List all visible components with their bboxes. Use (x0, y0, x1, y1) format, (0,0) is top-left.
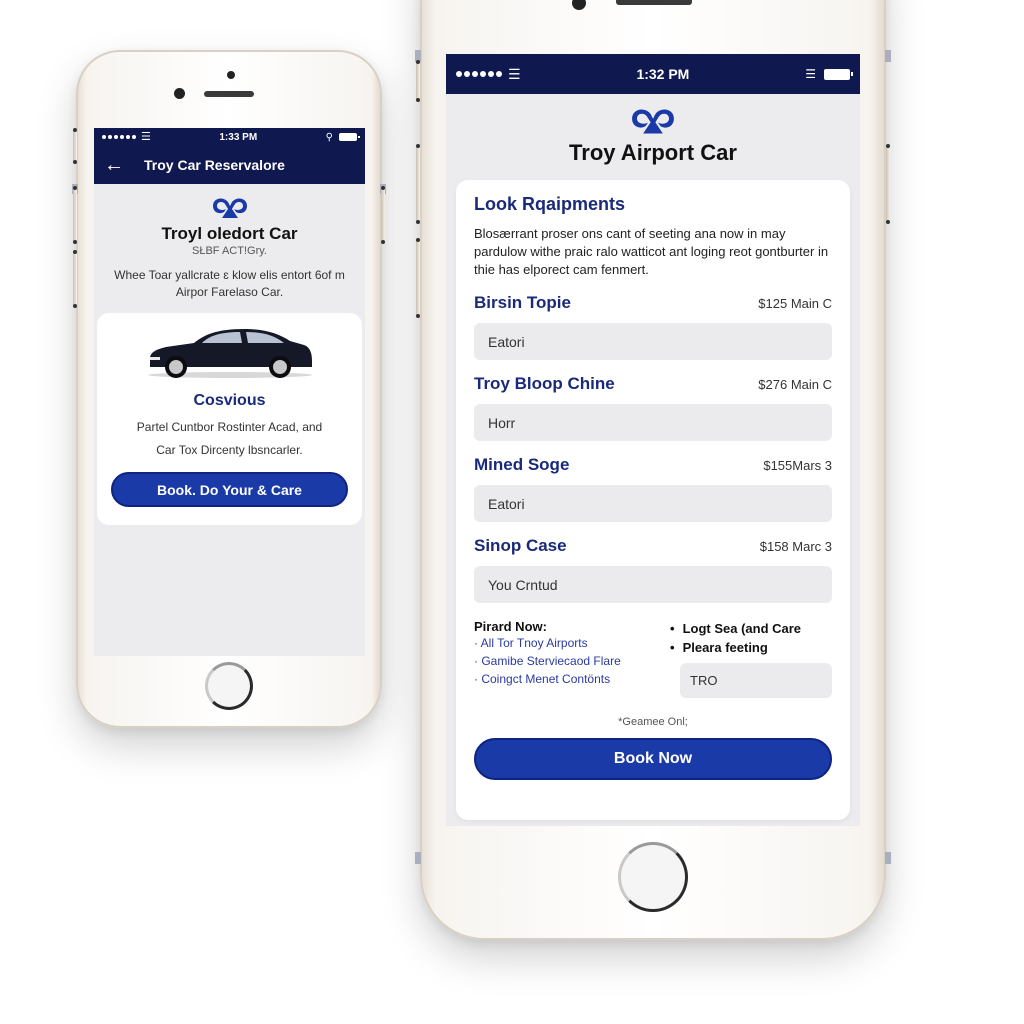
antenna-band (885, 852, 891, 864)
phone-left: ☰ 1:33 PM ⚲ ← Troy Car Reservalore Troyl… (72, 50, 386, 728)
phone-right: ☰ 1:32 PM ☰ Troy Airport Car Look Rqaipm… (415, 0, 891, 940)
volume-down-button (416, 238, 420, 318)
brand-header: Troyl oledort Car SŁBF ACT!Gry. Whee Toa… (94, 194, 365, 301)
volume-down-button (73, 250, 77, 308)
footnote: *Geamee Onl; (618, 716, 688, 728)
car-name: Cosvious (193, 392, 266, 409)
signal-icon: ☰ (456, 67, 521, 81)
status-bar: ☰ 1:32 PM ☰ (446, 54, 860, 94)
mute-switch (73, 128, 77, 164)
brand-logo-icon (632, 109, 674, 134)
extras-link[interactable]: · All Tor Tnoy Airports (474, 634, 660, 652)
option-price: $125 Main C (758, 296, 832, 311)
earpiece-speaker (616, 0, 692, 5)
car-description: Partel Cuntbor Rostinter Acad, and Car T… (111, 416, 348, 462)
option-name[interactable]: Sinop Case (474, 536, 567, 556)
brand-logo-icon (212, 198, 247, 218)
extras-label: Pirard Now: (474, 619, 547, 634)
car-image (147, 329, 312, 378)
option-input[interactable] (474, 404, 832, 441)
option-price: $276 Main C (758, 377, 832, 392)
wifi-icon: ☰ (141, 130, 151, 143)
brand-header: Troy Airport Car (446, 94, 860, 166)
car-card: Cosvious Partel Cuntbor Rostinter Acad, … (97, 313, 362, 525)
nav-title: Troy Car Reservalore (144, 157, 285, 173)
booking-card: Look Rqaipments Blosærrant proser ons ca… (456, 180, 850, 820)
nav-bar: ← Troy Car Reservalore (94, 146, 365, 184)
extras-section: Pirard Now: · All Tor Tnoy Airports · Ga… (474, 619, 832, 698)
book-car-button[interactable]: Book. Do Your & Care (111, 472, 348, 507)
front-camera (572, 0, 586, 10)
car-option: Sinop Case $158 Marc 3 (474, 536, 832, 603)
brand-description: Whee Toar yallcrate ɛ klow elis entort 6… (114, 268, 345, 299)
option-name[interactable]: Troy Bloop Chine (474, 374, 615, 394)
status-bar: ☰ 1:33 PM ⚲ (94, 128, 365, 146)
car-description-line: Car Tox Dircenty lbsncarler. (156, 443, 303, 457)
antenna-band (885, 50, 891, 62)
power-button (381, 186, 385, 244)
home-button[interactable] (205, 662, 253, 710)
proximity-sensor (227, 71, 235, 79)
brand-subtitle: SŁBF ACT!Gry. (192, 245, 267, 257)
front-camera (174, 88, 185, 99)
extras-link[interactable]: · Gamibe Sterviecaod Flare (474, 652, 660, 670)
status-time: 1:32 PM (636, 66, 690, 82)
card-intro: Blosærrant proser ons cant of seeting an… (474, 226, 829, 277)
feature-bullet: Logt Sea (and Care (670, 619, 832, 638)
option-name[interactable]: Birsin Topie (474, 293, 571, 313)
promo-code-input[interactable] (680, 663, 832, 698)
battery-icon (824, 68, 853, 80)
volume-up-button (73, 186, 77, 244)
signal-icon: ☰ (102, 130, 151, 143)
antenna-band (415, 852, 421, 864)
extras-link[interactable]: · Coingct Menet Contönts (474, 670, 660, 688)
mute-switch (416, 60, 420, 102)
wifi-icon: ☰ (508, 66, 521, 82)
power-button (886, 144, 890, 224)
battery-icon (339, 133, 360, 141)
car-description-line: Partel Cuntbor Rostinter Acad, and (136, 420, 323, 434)
location-icon: ⚲ (325, 131, 333, 143)
right-screen: ☰ 1:32 PM ☰ Troy Airport Car Look Rqaipm… (446, 54, 860, 826)
option-input[interactable] (474, 485, 832, 522)
home-button[interactable] (618, 842, 688, 912)
feature-bullet: Pleara feeting (670, 638, 832, 657)
option-price: $155Mars 3 (763, 458, 832, 473)
option-input[interactable] (474, 323, 832, 360)
back-arrow-icon[interactable]: ← (104, 155, 144, 175)
status-time: 1:33 PM (219, 131, 258, 143)
brand-title: Troyl oledort Car (161, 224, 298, 243)
option-price: $158 Marc 3 (759, 539, 832, 554)
option-input[interactable] (474, 566, 832, 603)
volume-up-button (416, 144, 420, 224)
car-option: Mined Soge $155Mars 3 (474, 455, 832, 522)
brand-title: Troy Airport Car (569, 140, 737, 165)
book-now-button[interactable]: Book Now (474, 738, 832, 780)
car-option: Birsin Topie $125 Main C (474, 293, 832, 360)
card-heading: Look Rqaipments (474, 194, 626, 214)
earpiece-speaker (204, 91, 254, 97)
car-option: Troy Bloop Chine $276 Main C (474, 374, 832, 441)
left-screen: ☰ 1:33 PM ⚲ ← Troy Car Reservalore Troyl… (94, 128, 365, 656)
wifi-icon: ☰ (805, 67, 816, 81)
option-name[interactable]: Mined Soge (474, 455, 569, 475)
